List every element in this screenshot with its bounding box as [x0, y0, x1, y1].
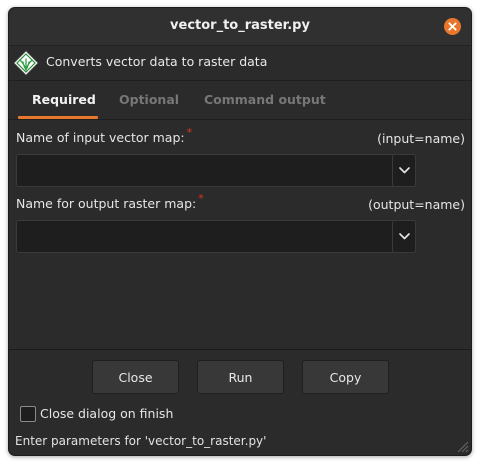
- close-window-button[interactable]: [444, 18, 461, 35]
- close-icon: [448, 22, 457, 31]
- module-description-row: Converts vector data to raster data: [9, 46, 471, 81]
- chevron-down-icon: [398, 167, 410, 174]
- copy-button[interactable]: Copy: [302, 360, 389, 394]
- required-marker: *: [198, 192, 204, 205]
- output-map-label-text: Name for output raster map:: [16, 196, 197, 211]
- status-bar-text: Enter parameters for 'vector_to_raster.p…: [15, 434, 267, 448]
- output-raster-map-combobox[interactable]: [16, 220, 416, 253]
- tab-command-output[interactable]: Command output: [204, 92, 326, 107]
- input-map-dropdown-button[interactable]: [392, 154, 416, 187]
- input-param-hint: (input=name): [377, 131, 465, 146]
- tab-bar: Required Optional Command output: [9, 81, 471, 120]
- dialog-window: vector_to_raster.py Converts vector data…: [8, 7, 472, 456]
- resize-grip-icon[interactable]: [455, 439, 469, 453]
- output-map-label: Name for output raster map: *: [16, 192, 204, 211]
- tab-required[interactable]: Required: [32, 92, 96, 107]
- input-map-label-text: Name of input vector map:: [16, 130, 185, 145]
- required-marker: *: [186, 126, 193, 139]
- module-description: Converts vector data to raster data: [46, 54, 268, 69]
- divider: [9, 349, 471, 350]
- chevron-down-icon: [398, 233, 410, 240]
- active-tab-indicator: [18, 116, 98, 119]
- input-vector-map-combobox[interactable]: [16, 154, 416, 187]
- grass-module-icon: [13, 50, 39, 76]
- close-button[interactable]: Close: [92, 360, 179, 394]
- output-map-dropdown-button[interactable]: [392, 220, 416, 253]
- input-map-label: Name of input vector map: *: [16, 126, 192, 145]
- required-parameters-panel: Name of input vector map: * (input=name) …: [9, 120, 471, 350]
- close-on-finish-checkbox[interactable]: [20, 406, 36, 422]
- title-bar[interactable]: vector_to_raster.py: [9, 8, 471, 46]
- output-param-hint: (output=name): [368, 197, 465, 212]
- window-title: vector_to_raster.py: [170, 18, 310, 33]
- tab-optional[interactable]: Optional: [119, 92, 179, 107]
- run-button[interactable]: Run: [197, 360, 284, 394]
- close-on-finish-label[interactable]: Close dialog on finish: [40, 406, 173, 421]
